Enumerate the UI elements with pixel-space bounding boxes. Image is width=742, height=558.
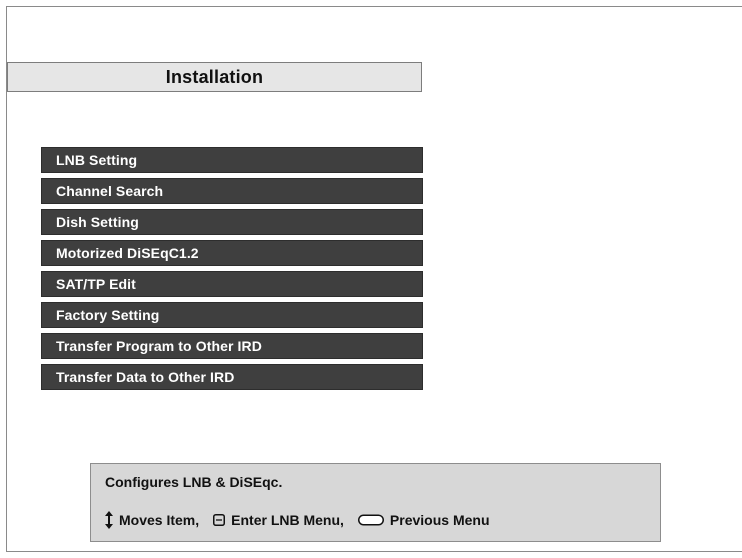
help-key-legend: Moves Item, Enter LNB Menu, Previous Men…: [105, 511, 498, 529]
help-panel: Configures LNB & DiSEqc. Moves Item, Ent…: [90, 463, 661, 542]
menu-item-channel-search[interactable]: Channel Search: [41, 178, 423, 204]
menu-item-sat-tp-edit[interactable]: SAT/TP Edit: [41, 271, 423, 297]
help-enter-label: Enter LNB Menu,: [231, 512, 344, 528]
exit-button-icon: [357, 514, 384, 526]
installation-menu: LNB Setting Channel Search Dish Setting …: [41, 147, 423, 390]
page-title: Installation: [165, 66, 264, 87]
help-move-hint: Moves Item,: [105, 511, 199, 529]
menu-item-transfer-program[interactable]: Transfer Program to Other IRD: [41, 333, 423, 359]
menu-item-label: Channel Search: [56, 183, 164, 199]
menu-item-motorized-diseqc[interactable]: Motorized DiSEqC1.2: [41, 240, 423, 266]
help-previous-label: Previous Menu: [389, 512, 490, 528]
help-move-label: Moves Item,: [119, 512, 200, 528]
ok-button-icon: [213, 514, 226, 526]
menu-item-label: Dish Setting: [56, 214, 139, 230]
menu-item-dish-setting[interactable]: Dish Setting: [41, 209, 423, 235]
menu-item-label: LNB Setting: [56, 152, 138, 168]
help-previous-hint: Previous Menu: [357, 512, 490, 528]
help-description: Configures LNB & DiSEqc.: [105, 474, 283, 490]
help-enter-hint: Enter LNB Menu,: [213, 512, 344, 528]
menu-item-factory-setting[interactable]: Factory Setting: [41, 302, 423, 328]
menu-item-label: Motorized DiSEqC1.2: [56, 245, 199, 261]
page-title-bar: Installation: [7, 62, 422, 92]
menu-item-label: SAT/TP Edit: [56, 276, 136, 292]
menu-item-label: Factory Setting: [56, 307, 160, 323]
menu-item-lnb-setting[interactable]: LNB Setting: [41, 147, 423, 173]
menu-item-label: Transfer Program to Other IRD: [56, 338, 262, 354]
menu-item-transfer-data[interactable]: Transfer Data to Other IRD: [41, 364, 423, 390]
menu-item-label: Transfer Data to Other IRD: [56, 369, 235, 385]
up-down-arrow-icon: [105, 511, 113, 529]
